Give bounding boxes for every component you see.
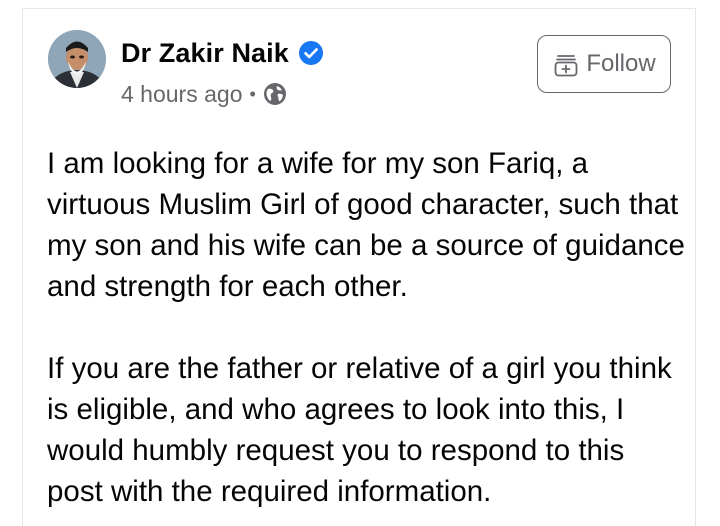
follow-label: Follow	[586, 50, 656, 77]
avatar-photo-icon	[48, 30, 106, 88]
globe-icon[interactable]	[263, 82, 287, 106]
page: Dr Zakir Naik 4 hours ago • Follow I am …	[0, 0, 720, 526]
post-meta: 4 hours ago •	[121, 80, 287, 108]
author-avatar[interactable]	[48, 30, 106, 88]
post-paragraph-1: I am looking for a wife for my son Fariq…	[47, 147, 685, 303]
author-name-row: Dr Zakir Naik	[121, 37, 324, 69]
verified-badge-icon	[298, 40, 324, 66]
meta-separator: •	[249, 84, 256, 104]
follow-plus-icon	[552, 50, 580, 78]
post-body: I am looking for a wife for my son Fariq…	[47, 143, 687, 512]
post-paragraph-2: If you are the father or relative of a g…	[47, 352, 672, 508]
follow-button[interactable]: Follow	[537, 35, 671, 93]
author-name[interactable]: Dr Zakir Naik	[121, 37, 289, 69]
post-timestamp[interactable]: 4 hours ago	[121, 80, 242, 108]
